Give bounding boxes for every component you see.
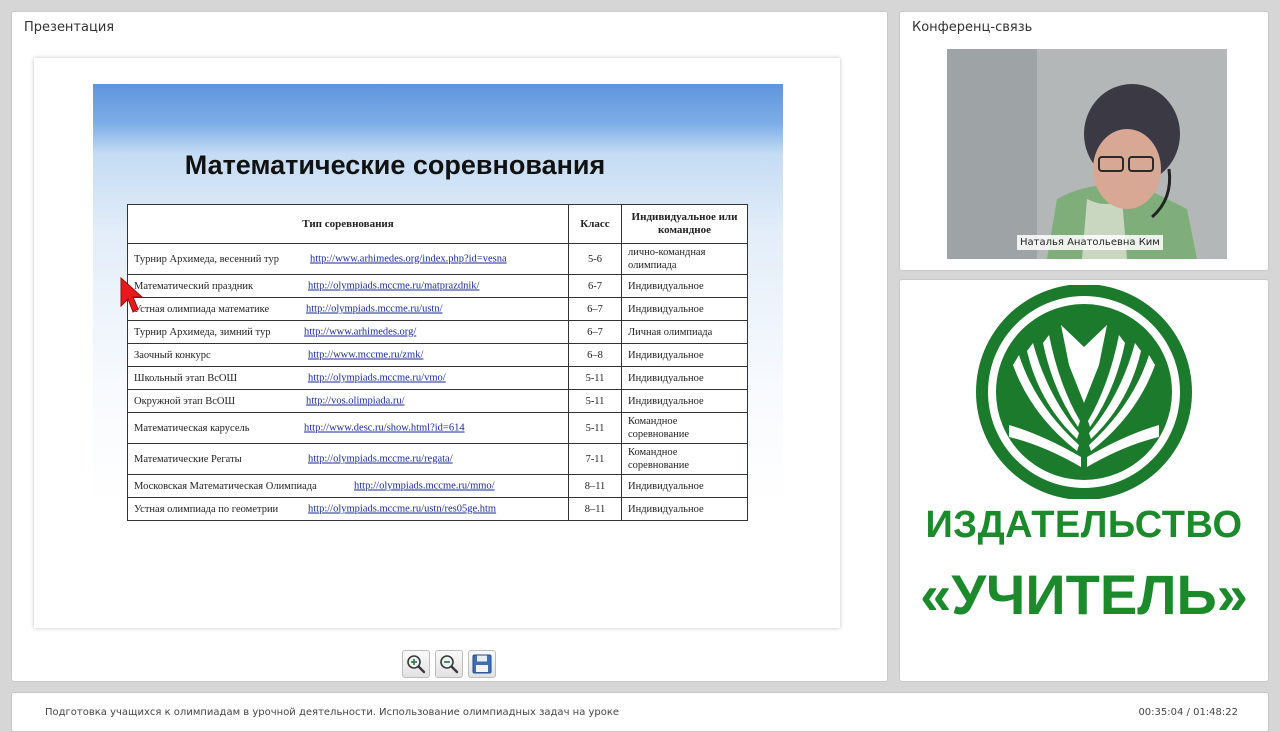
logo-text-name: «УЧИТЕЛЬ» [920,563,1248,626]
cell-grade: 6-7 [568,274,622,298]
competition-name: Заочный конкурс [134,349,211,361]
conference-panel-title: Конференц-связь [912,20,1033,35]
competition-link[interactable]: http://www.mccme.ru/zmk/ [308,350,423,361]
table-row: Школьный этап ВсОШ http://olympiads.mccme… [127,366,748,390]
cell-grade: 5-11 [568,389,622,413]
cell-mode: Индивидуальное [621,343,748,367]
cell-competition: Математическая карусель http://www.desc.r… [127,412,569,444]
zoom-in-button[interactable] [402,650,430,678]
table-row: Окружной этап ВсОШ http://vos.olimpiada.r… [127,389,748,413]
cell-competition: Турнир Архимеда, весенний тур http://www.… [127,243,569,275]
table-row: Математические Регаты http://olympiads.mc… [127,443,748,475]
table-row: Математический праздник http://olympiads.… [127,274,748,298]
cell-mode: Командное соревнование [621,443,748,475]
video-feed: Наталья Анатольевна Ким [947,49,1227,259]
slide-title: Математические соревнования [184,150,606,180]
cell-grade: 7-11 [568,443,622,475]
cell-grade: 5-11 [568,366,622,390]
cell-grade: 5-11 [568,412,622,444]
bottom-bar: Подготовка учащихся к олимпиадам в урочн… [11,692,1269,732]
cell-competition: Устная олимпиада по геометрии http://olym… [127,497,569,521]
cell-mode: лично-командная олимпиада [621,243,748,275]
competition-link[interactable]: http://olympiads.mccme.ru/matprazdnik/ [308,281,479,292]
competition-name: Устная олимпиада по геометрии [134,503,279,515]
competition-name: Турнир Архимеда, весенний тур [134,253,279,265]
save-button[interactable] [468,650,496,678]
header-mode: Индивидуальное или командное [621,204,748,244]
cell-mode: Личная олимпиада [621,320,748,344]
cell-mode: Индивидуальное [621,389,748,413]
competition-link[interactable]: http://olympiads.mccme.ru/ustn/ [306,304,443,315]
competition-name: Турнир Архимеда, зимний тур [134,326,271,338]
competition-name: Окружной этап ВсОШ [134,395,236,407]
conference-panel: Конференц-связь Наталья Анатольевна Ким [899,11,1269,271]
cell-competition: Математические Регаты http://olympiads.mc… [127,443,569,475]
cell-grade: 6–7 [568,297,622,321]
presenter-video-image [947,49,1227,259]
competition-name: Школьный этап ВсОШ [134,372,238,384]
logo-text-publisher: ИЗДАТЕЛЬСТВО [925,504,1243,546]
presentation-panel: Презентация Математические соревнования … [11,11,888,682]
cell-grade: 6–7 [568,320,622,344]
competition-link[interactable]: http://olympiads.mccme.ru/ustn/res05ge.h… [308,504,496,515]
floppy-disk-icon [472,654,492,674]
competition-link[interactable]: http://www.arhimedes.org/index.php?id=ve… [310,254,507,265]
table-row: Математическая карусель http://www.desc.r… [127,412,748,444]
publisher-logo-icon [976,285,1192,499]
cell-competition: Устная олимпиада математике http://olympi… [127,297,569,321]
competition-link[interactable]: http://www.desc.ru/show.html?id=614 [304,423,465,434]
competition-link[interactable]: http://olympiads.mccme.ru/regata/ [308,454,453,465]
competition-name: Устная олимпиада математике [134,303,270,315]
cell-mode: Индивидуальное [621,366,748,390]
zoom-in-icon [407,655,426,674]
competition-link[interactable]: http://olympiads.mccme.ru/vmo/ [308,373,446,384]
slide-viewer: Математические соревнования Тип соревнов… [34,58,840,628]
cell-competition: Турнир Архимеда, зимний тур http://www.ar… [127,320,569,344]
zoom-out-icon [440,655,459,674]
header-type: Тип соревнования [127,204,569,244]
cell-mode: Индивидуальное [621,297,748,321]
cell-mode: Индивидуальное [621,497,748,521]
competition-link[interactable]: http://vos.olimpiada.ru/ [306,396,405,407]
cell-grade: 5-6 [568,243,622,275]
pointer-cursor-icon [120,276,143,313]
competition-name: Московская Математическая Олимпиада [134,480,317,492]
competition-link[interactable]: http://www.arhimedes.org/ [304,327,416,338]
cell-grade: 6–8 [568,343,622,367]
competitions-table: Тип соревнования Класс Индивидуальное ил… [127,204,748,521]
table-header-row: Тип соревнования Класс Индивидуальное ил… [127,204,748,244]
table-row: Турнир Архимеда, зимний тур http://www.ar… [127,320,748,344]
presentation-panel-title: Презентация [24,20,115,35]
table-row: Московская Математическая Олимпиада http:… [127,474,748,498]
table-row: Турнир Архимеда, весенний тур http://www.… [127,243,748,275]
cell-competition: Математический праздник http://olympiads.… [127,274,569,298]
cell-competition: Окружной этап ВсОШ http://vos.olimpiada.r… [127,389,569,413]
cell-competition: Московская Математическая Олимпиада http:… [127,474,569,498]
competition-name: Математический праздник [134,280,254,292]
competition-name: Математическая карусель [134,422,250,434]
cell-grade: 8–11 [568,474,622,498]
slide: Математические соревнования Тип соревнов… [93,84,783,604]
table-row: Заочный конкурс http://www.mccme.ru/zmk/6… [127,343,748,367]
participant-name-label: Наталья Анатольевна Ким [1017,235,1163,250]
header-class: Класс [568,204,622,244]
table-row: Устная олимпиада по геометрии http://olym… [127,497,748,521]
cell-mode: Индивидуальное [621,474,748,498]
cell-grade: 8–11 [568,497,622,521]
logo-panel: ИЗДАТЕЛЬСТВО «УЧИТЕЛЬ» [899,279,1269,682]
cell-mode: Индивидуальное [621,274,748,298]
competition-name: Математические Регаты [134,453,242,465]
competition-link[interactable]: http://olympiads.mccme.ru/mmo/ [354,481,495,492]
cell-competition: Школьный этап ВсОШ http://olympiads.mccme… [127,366,569,390]
cell-mode: Командное соревнование [621,412,748,444]
course-title: Подготовка учащихся к олимпиадам в урочн… [45,707,620,718]
cell-competition: Заочный конкурс http://www.mccme.ru/zmk/ [127,343,569,367]
playback-timer: 00:35:04 / 01:48:22 [1138,707,1238,718]
table-body: Турнир Архимеда, весенний тур http://www.… [127,243,748,521]
zoom-out-button[interactable] [435,650,463,678]
table-row: Устная олимпиада математике http://olympi… [127,297,748,321]
